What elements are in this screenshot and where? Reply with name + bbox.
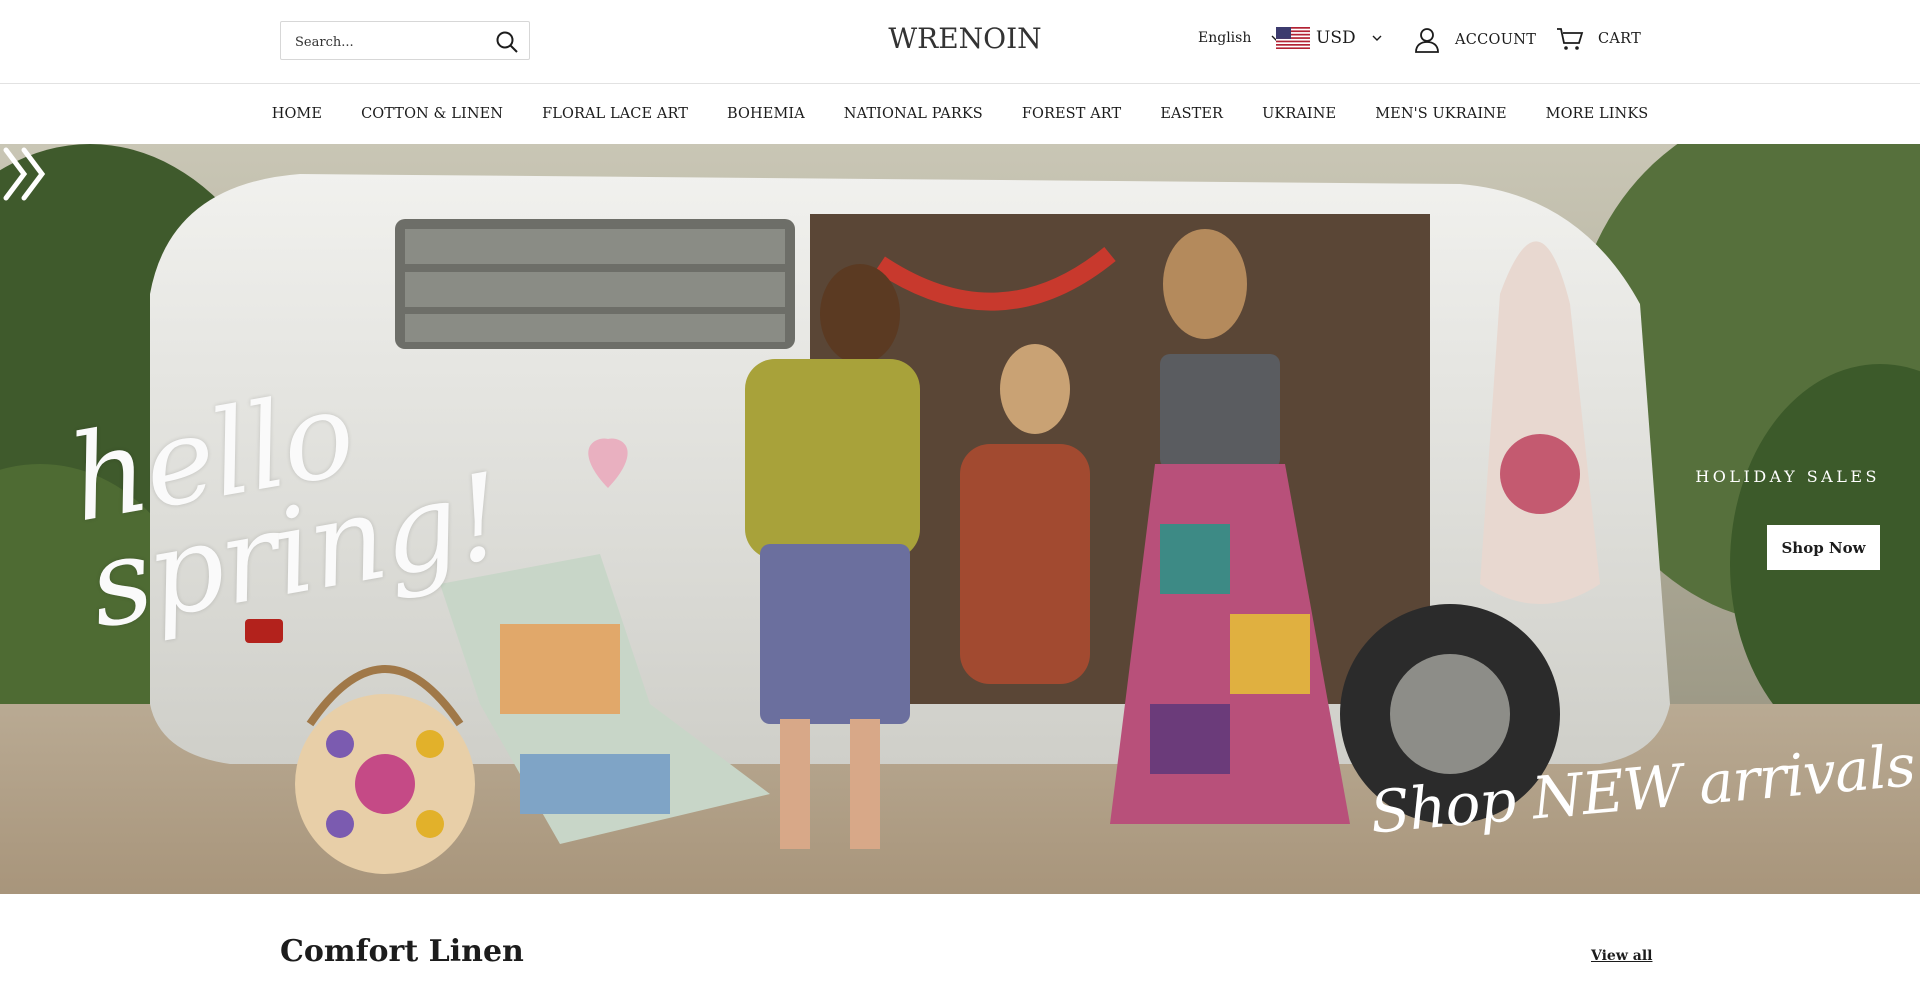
currency-label: USD	[1316, 28, 1356, 48]
nav-item-easter[interactable]: EASTER	[1141, 106, 1243, 122]
nav-item-cotton-linen[interactable]: COTTON & LINEN	[342, 106, 523, 122]
chevron-down-icon	[1372, 35, 1382, 41]
site-logo[interactable]: WRENOIN	[880, 22, 1050, 62]
hero-eyebrow: HOLIDAY SALES	[1695, 467, 1880, 486]
user-icon	[1415, 28, 1439, 53]
nav-item-floral-lace-art[interactable]: FLORAL LACE ART	[523, 106, 708, 122]
nav-item-ukraine[interactable]: UKRAINE	[1243, 106, 1356, 122]
search-button[interactable]	[495, 30, 519, 54]
cart-label: CART	[1598, 31, 1642, 47]
cart-icon	[1557, 28, 1584, 50]
nav-item-forest-art[interactable]: FOREST ART	[1002, 106, 1140, 122]
us-flag-icon	[1276, 27, 1310, 49]
account-link[interactable]: ACCOUNT	[1413, 26, 1536, 54]
language-label: English	[1198, 30, 1252, 46]
shop-now-button[interactable]: Shop Now	[1767, 525, 1880, 570]
cart-link[interactable]: CART	[1556, 26, 1641, 52]
account-label: ACCOUNT	[1455, 32, 1537, 48]
search-input[interactable]	[295, 32, 485, 52]
nav-item-home[interactable]: HOME	[252, 106, 341, 122]
nav-item-more-links[interactable]: MORE LINKS	[1526, 106, 1668, 122]
double-chevron-right-icon	[3, 147, 46, 201]
site-header: WRENOIN English USD ACCOUNT	[0, 0, 1920, 84]
hero-banner[interactable]: hello spring! HOLIDAY SALES Shop Now Sho…	[0, 144, 1920, 894]
main-nav: HOME COTTON & LINEN FLORAL LACE ART BOHE…	[0, 84, 1920, 144]
nav-item-bohemia[interactable]: BOHEMIA	[708, 106, 825, 122]
section-title: Comfort Linen	[280, 934, 524, 969]
view-all-link[interactable]: View all	[1591, 948, 1652, 964]
language-selector[interactable]: English	[1198, 30, 1281, 46]
search-box	[280, 21, 530, 60]
nav-item-national-parks[interactable]: NATIONAL PARKS	[824, 106, 1002, 122]
nav-item-mens-ukraine[interactable]: MEN'S UKRAINE	[1356, 106, 1526, 122]
search-icon	[496, 31, 518, 53]
currency-selector[interactable]: USD	[1276, 27, 1382, 49]
